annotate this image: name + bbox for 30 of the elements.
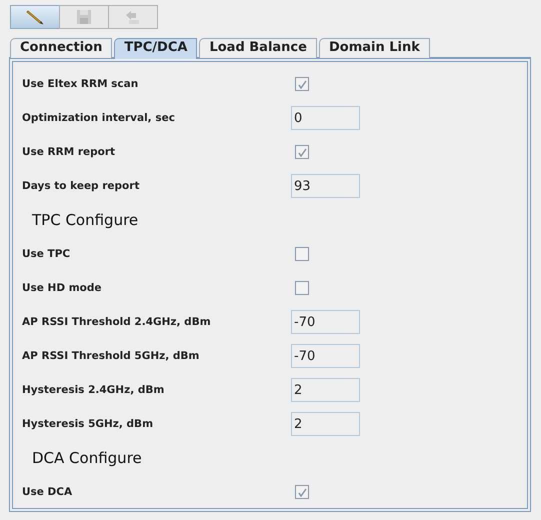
field-label: Optimization interval, sec	[22, 112, 176, 124]
input-field[interactable]: 93	[291, 174, 360, 198]
tab[interactable]: Connection	[10, 38, 112, 58]
tab[interactable]: Load Balance	[199, 38, 317, 58]
field-label: Use Eltex RRM scan	[22, 78, 140, 90]
input-field[interactable]: -70	[291, 310, 360, 334]
field-label: Use DCA	[22, 486, 74, 498]
field-label: Hysteresis 5GHz, dBm	[22, 418, 154, 430]
input-field[interactable]: 2	[291, 378, 360, 402]
input-field[interactable]: 2	[291, 412, 360, 436]
section-heading: DCA Configure	[31, 449, 142, 467]
section-heading: TPC Configure	[31, 211, 138, 229]
checkbox[interactable]	[295, 145, 309, 159]
field-label: Hysteresis 2.4GHz, dBm	[22, 384, 166, 396]
field-label: Use TPC	[22, 248, 72, 260]
input-field[interactable]: -70	[291, 344, 360, 368]
tab[interactable]: TPC/DCA	[114, 38, 198, 59]
checkbox[interactable]	[295, 281, 309, 295]
field-label: Use RRM report	[22, 146, 116, 158]
field-label: AP RSSI Threshold 5GHz, dBm	[22, 350, 200, 362]
field-label: AP RSSI Threshold 2.4GHz, dBm	[22, 316, 212, 328]
field-label: Days to keep report	[22, 180, 140, 192]
checkbox[interactable]	[295, 77, 309, 91]
tab[interactable]: Domain Link	[318, 38, 430, 58]
checkbox[interactable]	[295, 247, 309, 261]
field-label: Use HD mode	[22, 282, 103, 294]
checkbox[interactable]	[295, 485, 309, 499]
edit-button[interactable]	[10, 5, 60, 29]
pencil-icon	[25, 9, 45, 25]
input-field[interactable]: 0	[291, 106, 360, 130]
